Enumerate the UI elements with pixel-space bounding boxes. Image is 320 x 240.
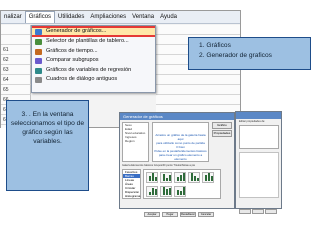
menu-item-label: Cuadros de diálogo antiguos [46,76,118,83]
variables-list[interactable]: Sexo Edad Nivel educativo Ingresos Regió… [122,122,149,162]
menu-ampliaciones[interactable]: Ampliaciones [87,12,129,24]
menu-item-chart-builder[interactable]: Generador de gráficos... [32,26,155,37]
menu-ayuda[interactable]: Ayuda [157,12,180,24]
side-buttons: Gráfico Propiedades [212,122,232,148]
time-chart-icon [35,48,42,55]
bar-chart-thumb-icon[interactable] [160,172,172,183]
dialog-footer: Aceptar Pegar Restablecer Cancelar [144,202,232,217]
chart-preview-canvas[interactable]: Arrastre un gráfico de la galería hasta … [152,122,209,162]
menu-utilidades[interactable]: Utilidades [55,12,87,24]
menu-item-label: Gráficos de variables de regresión [46,66,132,73]
bar-chart-thumb-icon[interactable] [174,186,186,197]
apply-button[interactable] [239,209,251,214]
graphs-dropdown-menu: Generador de gráficos... Selector de pla… [31,25,156,93]
menu-item-label: Generador de gráficos... [46,28,107,34]
canvas-hint: Arrastre un gráfico de la galería hasta … [155,133,206,141]
menu-item-time-chart[interactable]: Gráficos de tiempo... [32,47,155,57]
step-2-text: 2. Generador de graficos [199,52,272,59]
step-1-text: 1. Gráficos [199,42,231,49]
grid-row[interactable]: 62 [1,55,31,65]
bar-chart-thumb-icon[interactable] [146,172,158,183]
close-button[interactable] [252,209,264,214]
dashboard-template-icon [35,39,42,45]
grid-row[interactable]: 64 [1,75,31,85]
ok-button[interactable]: Aceptar [144,212,160,217]
reset-button[interactable]: Restablecer [180,212,196,217]
compare-subgroups-icon [35,58,42,65]
bar-chart-thumb-icon[interactable] [160,186,172,197]
menu-item-label: Selector de plantillas de tablero... [46,38,129,44]
menu-ventana[interactable]: Ventana [129,12,157,24]
canvas-hint: para crear un gráfico elemento a element… [158,153,203,161]
chart-builder-title: Generador de gráficos [120,113,234,120]
list-item[interactable]: Región [123,139,148,143]
menu-analizar[interactable]: nalizar [1,12,25,24]
properties-button[interactable]: Propiedades [212,130,232,137]
properties-titlebar [236,112,281,119]
cancel-button[interactable]: Cancelar [198,212,214,217]
legacy-dialogs-icon [35,77,42,84]
bar-chart-thumb-icon[interactable] [188,172,200,183]
bar-chart-thumb-icon[interactable] [146,186,158,197]
step-3-callout: 3. . En la ventana seleccionamos el tipo… [6,100,89,191]
steps-callout: 1. Gráficos 2. Generador de graficos [188,37,311,70]
grid-row[interactable]: 63 [1,65,31,75]
chart-builder-dialog: Generador de gráficos Sexo Edad Nivel ed… [119,112,235,217]
menu-graficos[interactable]: Gráficos [24,11,56,23]
gallery-thumbnails [143,169,221,199]
bar-chart-thumb-icon[interactable] [202,172,214,183]
builder-tabs[interactable]: Galería Elementos básicos Grupos/ID punt… [122,164,232,168]
gallery-type-list[interactable]: Favoritos Barras Líneas Áreas Circular D… [122,169,141,199]
step-3-text: 3. . En la ventana seleccionamos el tipo… [10,111,85,145]
grid-row[interactable] [1,35,31,45]
grid-row[interactable]: 61 [1,45,31,55]
grid-row[interactable] [1,25,31,35]
properties-footer [239,201,279,214]
grid-row[interactable]: 65 [1,85,31,95]
list-item[interactable]: Histograma [123,194,140,198]
menu-item-regression-chart[interactable]: Gráficos de variables de regresión [32,66,155,76]
menu-item-dashboard-template[interactable]: Selector de plantillas de tablero... [32,37,155,47]
menu-item-legacy-dialogs[interactable]: Cuadros de diálogo antiguos [32,75,155,85]
regression-chart-icon [35,67,42,74]
properties-area [239,152,279,198]
menu-bar: nalizar Gráficos Utilidades Ampliaciones Ven… [1,11,240,24]
menu-item-label: Gráficos de tiempo... [46,47,98,54]
menu-item-label: Comparar subgrupos [46,57,99,64]
help-button[interactable] [265,209,277,214]
chart-button[interactable]: Gráfico [212,122,232,129]
bar-chart-thumb-icon[interactable] [174,172,186,183]
chart-builder-icon [35,29,42,35]
properties-label: Editar propiedades de: [239,120,266,123]
element-properties-panel: Editar propiedades de: [235,111,282,214]
menu-item-compare-subgroups[interactable]: Comparar subgrupos [32,56,155,66]
properties-list[interactable] [239,125,279,149]
paste-button[interactable]: Pegar [162,212,178,217]
